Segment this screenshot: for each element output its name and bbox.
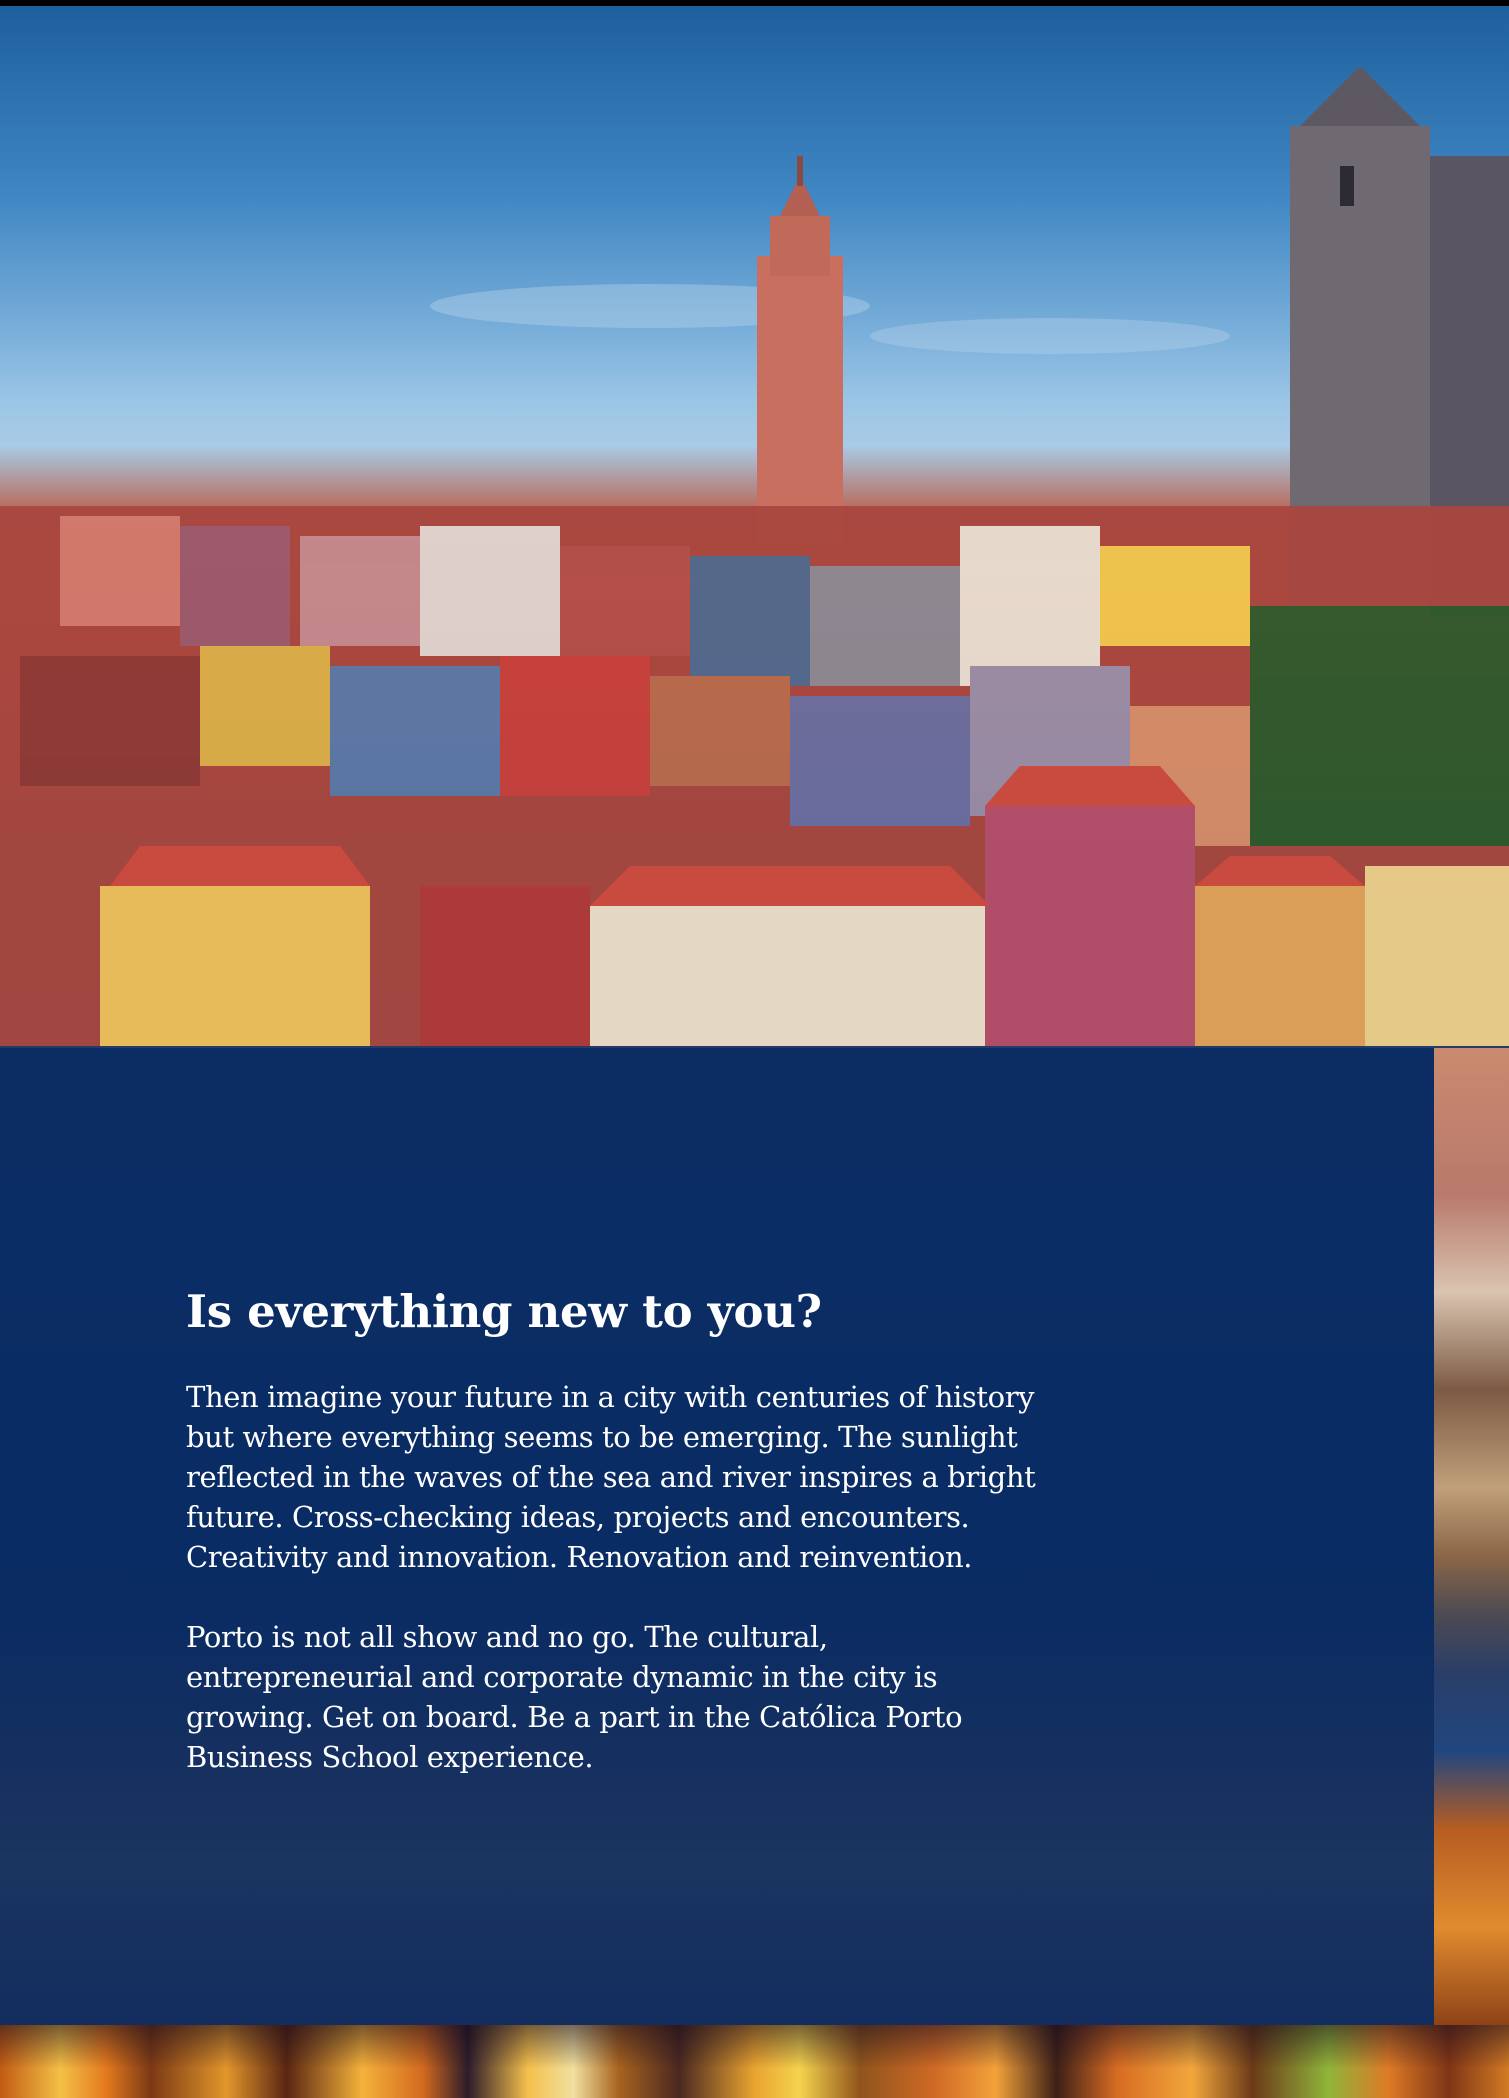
- reflections-shade: [0, 2025, 1509, 2098]
- photo-edge-strip: [1434, 1048, 1509, 2025]
- article-content: Is everything new to you? Then imagine y…: [186, 1285, 1046, 1777]
- intro-paragraph: Then imagine your future in a city with …: [186, 1380, 1036, 1574]
- page-title: Is everything new to you?: [186, 1285, 822, 1338]
- city-skyline-illustration: [0, 66, 1509, 1046]
- porto-paragraph: Porto is not all show and no go. The cul…: [186, 1620, 963, 1774]
